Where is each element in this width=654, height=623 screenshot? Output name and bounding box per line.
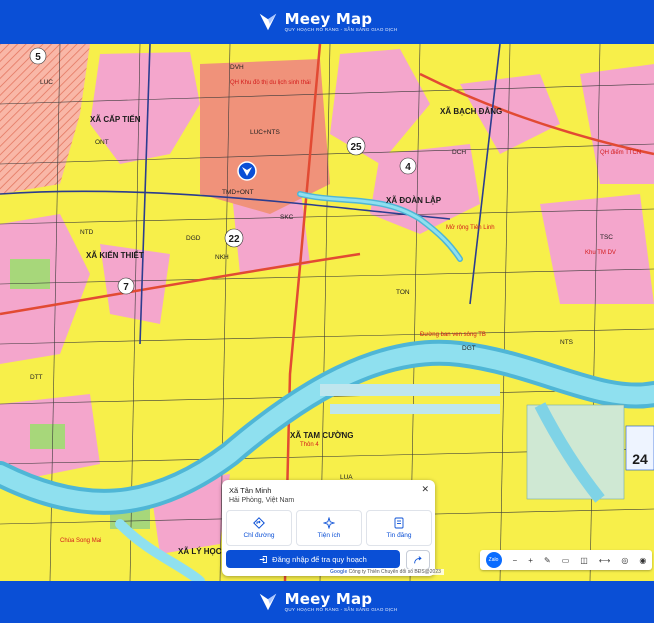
commune-label: XÃ TAM CƯỜNG [290, 431, 354, 440]
zone-code: NTD [80, 229, 94, 236]
zone-code: TSC [600, 234, 613, 241]
locate-icon[interactable]: ◉ [639, 556, 646, 565]
close-icon[interactable]: ✕ [421, 484, 429, 495]
location-info-panel: Xã Tân Minh Hải Phòng, Việt Nam ✕ Chỉ đư… [222, 480, 435, 576]
annotation: Khu TM DV [585, 250, 616, 256]
login-icon [259, 555, 268, 563]
commune-label: XÃ LÝ HỌC [178, 547, 222, 556]
ruler-icon[interactable]: ⟷ [599, 556, 610, 565]
annotation: Thôn 4 [300, 442, 319, 448]
commune-label: XÃ ĐOÀN LẬP [386, 196, 442, 205]
zone-code: NKH [215, 254, 229, 261]
zone-code: DTT [30, 374, 43, 381]
zoom-out-icon[interactable]: − [513, 556, 518, 565]
listings-label: Tin đăng [386, 532, 412, 539]
zone-code: LUC+NTS [250, 129, 280, 136]
annotation: Mở rộng Tiên Linh [446, 224, 495, 231]
commune-label: XÃ KIẾN THIẾT [86, 250, 144, 260]
brand-name: Meey Map [284, 590, 373, 608]
split-view-icon[interactable]: ◫ [580, 556, 588, 565]
map-toolbar: Zalo − + ✎ ▭ ◫ ⟷ ◎ ◉ [480, 550, 652, 570]
brand-tagline: QUY HOẠCH RÕ RÀNG - SẴN SÀNG GIAO DỊCH [284, 607, 398, 612]
login-to-lookup-button[interactable]: Đăng nhập để tra quy hoạch [226, 550, 400, 568]
location-pin-icon[interactable] [237, 161, 257, 181]
zone-code: DVH [230, 64, 244, 71]
zalo-button[interactable]: Zalo [485, 552, 502, 568]
share-button[interactable] [406, 550, 430, 570]
zone-code: DCH [452, 149, 466, 156]
zone-code: NTS [560, 339, 574, 346]
zone-code: ONT [95, 139, 109, 146]
directions-label: Chỉ đường [243, 532, 275, 539]
attribution-text: Công ty Thiên Chuyển đổi số BĐS@2023 [348, 569, 441, 575]
commune-label: XÃ CẤP TIẾN [90, 114, 141, 124]
annotation: QH Khu đô thị du lịch sinh thái [230, 80, 311, 86]
road-number: 25 [350, 142, 362, 153]
road-number: 7 [123, 282, 129, 293]
location-title: Xã Tân Minh [229, 486, 272, 495]
amenities-label: Tiện ích [317, 532, 341, 539]
target-icon[interactable]: ◎ [621, 556, 628, 565]
road-number: 4 [405, 162, 411, 173]
zoom-in-icon[interactable]: + [528, 556, 533, 565]
share-icon [414, 556, 422, 564]
zone-code: DGT [462, 345, 476, 352]
listings-button[interactable]: Tin đăng [366, 510, 432, 546]
amenities-button[interactable]: Tiện ích [296, 510, 362, 546]
zone-code: TMD+ONT [222, 189, 254, 196]
amenities-icon [323, 517, 335, 529]
zone-code: LUC [40, 79, 53, 86]
brand-name: Meey Map [284, 10, 373, 28]
commune-label: XÃ BẠCH ĐẰNG [440, 107, 502, 116]
directions-button[interactable]: Chỉ đường [226, 510, 292, 546]
meey-map-logo-icon [259, 13, 276, 31]
annotation: QH điểm TTCN [600, 149, 641, 156]
google-logo: Google [330, 569, 348, 575]
zone-code: DGD [186, 235, 201, 242]
road-number: 5 [35, 52, 41, 63]
bottom-brand-bar: Meey Map QUY HOẠCH RÕ RÀNG - SẴN SÀNG GI… [0, 581, 654, 623]
top-brand-bar: Meey Map QUY HOẠCH RÕ RÀNG - SẴN SÀNG GI… [0, 0, 654, 44]
annotation: Đường ban ven sông TB [420, 332, 486, 338]
location-subtitle: Hải Phòng, Việt Nam [229, 497, 295, 504]
map-attribution: Google Công ty Thiên Chuyển đổi số BĐS@2… [327, 569, 444, 575]
annotation: Chùa Song Mai [60, 538, 101, 544]
directions-icon [253, 517, 265, 529]
layers-icon[interactable]: ▭ [562, 556, 570, 565]
pencil-icon[interactable]: ✎ [544, 556, 551, 565]
zone-code: SKC [280, 214, 294, 221]
road-number: 24 [632, 451, 648, 467]
brand-tagline: QUY HOẠCH RÕ RÀNG - SẴN SÀNG GIAO DỊCH [284, 27, 398, 32]
zone-code: TON [396, 289, 410, 296]
listing-icon [394, 517, 404, 529]
road-number: 22 [228, 234, 240, 245]
meey-map-logo-icon [259, 593, 276, 611]
login-label: Đăng nhập để tra quy hoạch [272, 554, 367, 564]
